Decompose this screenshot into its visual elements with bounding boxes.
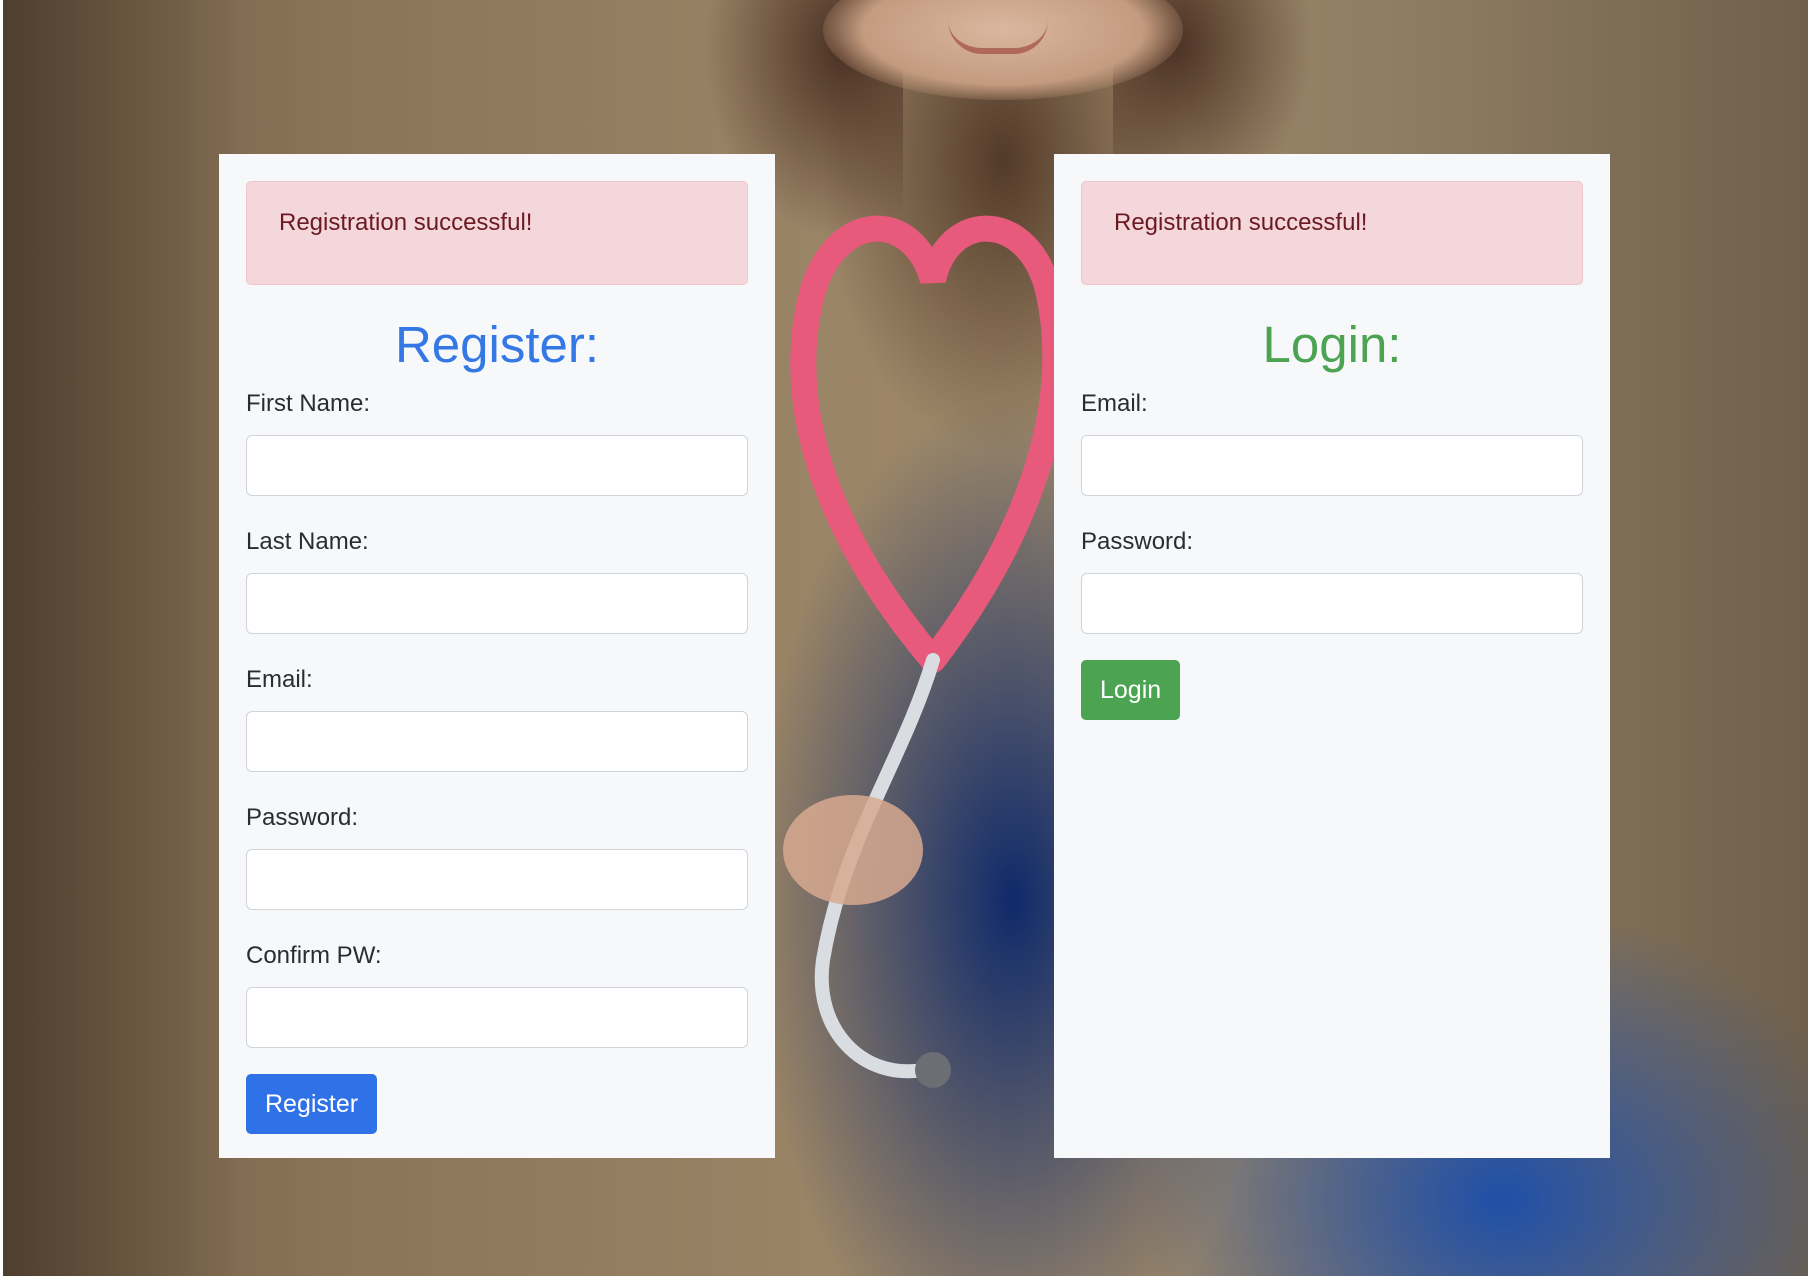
first-name-label: First Name:: [246, 390, 371, 417]
login-button[interactable]: Login: [1081, 660, 1181, 720]
last-name-input[interactable]: [246, 573, 748, 634]
login-password-input[interactable]: [1081, 573, 1583, 634]
login-panel: Registration successful! Login: Email: P…: [1054, 154, 1610, 1158]
register-email-label: Email:: [246, 666, 313, 693]
login-email-label: Email:: [1081, 390, 1148, 417]
stethoscope-heart-icon: [783, 215, 1069, 1088]
last-name-label: Last Name:: [246, 528, 369, 555]
register-alert-text: Registration successful!: [279, 209, 533, 236]
register-alert: Registration successful!: [246, 181, 748, 285]
confirm-password-input[interactable]: [246, 987, 748, 1048]
register-password-input[interactable]: [246, 849, 748, 910]
register-button[interactable]: Register: [246, 1074, 378, 1134]
login-alert-text: Registration successful!: [1114, 209, 1368, 236]
register-email-input[interactable]: [246, 711, 748, 772]
first-name-input[interactable]: [246, 435, 748, 496]
login-title: Login:: [1262, 316, 1402, 373]
login-password-label: Password:: [1081, 528, 1194, 555]
background-shadow: [3, 0, 243, 1276]
register-title: Register:: [394, 316, 600, 373]
login-alert: Registration successful!: [1081, 181, 1583, 285]
confirm-password-label: Confirm PW:: [246, 942, 382, 969]
login-email-input[interactable]: [1081, 435, 1583, 496]
register-panel: Registration successful! Register: First…: [219, 154, 775, 1158]
register-password-label: Password:: [246, 804, 359, 831]
